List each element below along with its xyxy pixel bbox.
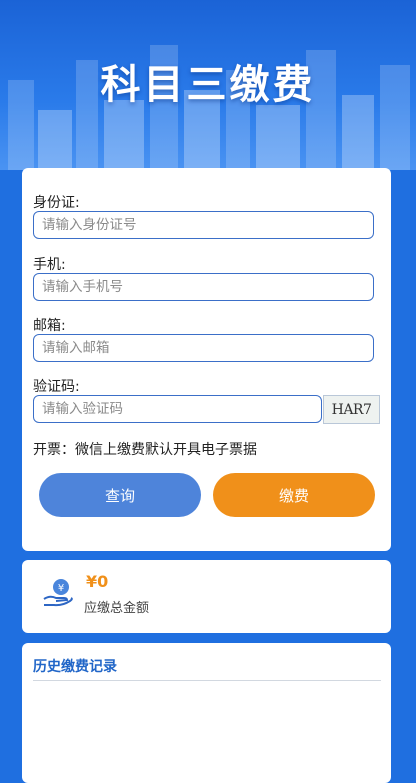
phone-input[interactable]: [33, 273, 374, 301]
history-title: 历史缴费记录: [33, 659, 117, 675]
id-number-input[interactable]: [33, 211, 374, 239]
email-label: 邮箱:: [33, 318, 66, 334]
phone-label: 手机:: [33, 257, 66, 273]
pay-button[interactable]: 缴费: [213, 473, 375, 517]
invoice-note: 开票：微信上缴费默认开具电子票据: [33, 442, 257, 458]
history-card: 历史缴费记录: [22, 643, 391, 783]
history-divider: [33, 680, 381, 681]
skyline-building: [104, 100, 144, 170]
amount-value: ¥0: [86, 572, 109, 591]
query-button[interactable]: 查询: [39, 473, 201, 517]
captcha-label: 验证码:: [33, 379, 80, 395]
yen-coin-hand-icon: ¥: [43, 579, 73, 607]
skyline-building: [38, 110, 72, 170]
captcha-input[interactable]: [33, 395, 322, 423]
captcha-image[interactable]: HAR7: [323, 395, 380, 424]
skyline-building: [256, 105, 300, 170]
header-banner: 科目三缴费: [0, 0, 416, 170]
id-label: 身份证:: [33, 195, 80, 211]
email-input[interactable]: [33, 334, 374, 362]
svg-text:¥: ¥: [58, 583, 64, 594]
payment-form-card: 身份证: 手机: 邮箱: 验证码: HAR7 开票：微信上缴费默认开具电子票据 …: [22, 168, 391, 551]
amount-card: ¥ ¥0 应缴总金额: [22, 560, 391, 633]
amount-label: 应缴总金额: [84, 601, 150, 616]
page-title: 科目三缴费: [100, 62, 316, 108]
